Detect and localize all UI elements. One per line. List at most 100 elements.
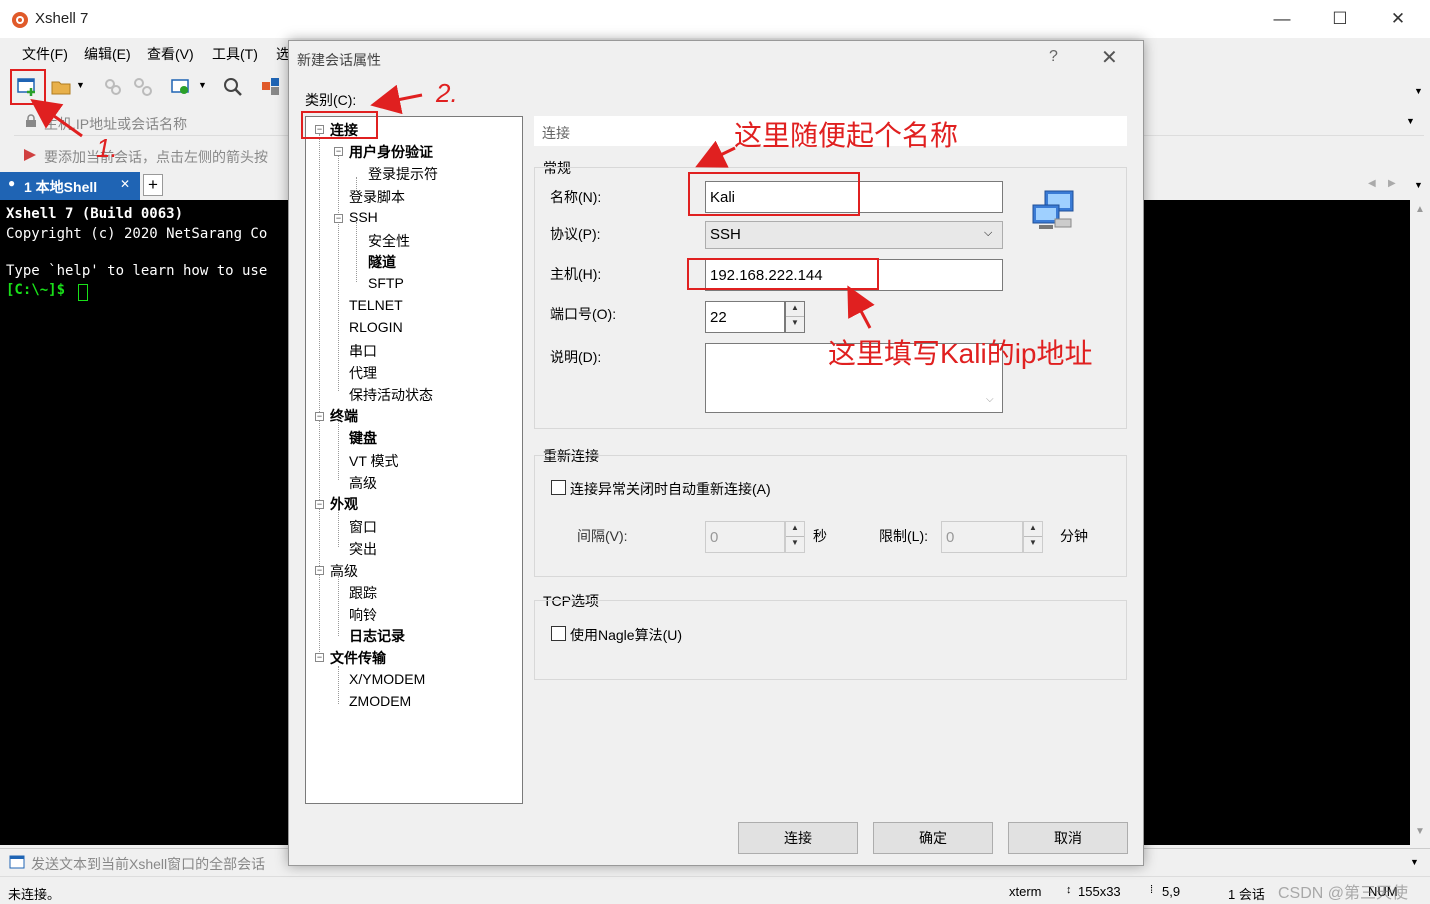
tree-item-logging[interactable]: 日志记录 — [349, 626, 405, 646]
limit-stepper[interactable]: ▲ ▼ — [1023, 521, 1043, 553]
dialog-close-button[interactable]: ✕ — [1101, 45, 1118, 70]
tree-item-highlight[interactable]: 突出 — [349, 539, 377, 559]
tree-item-proxy[interactable]: 代理 — [349, 363, 377, 383]
category-tree[interactable]: − 连接 − 用户身份验证 登录提示符 登录脚本 − SSH 安全性 隧道 SF… — [305, 116, 523, 804]
tree-item-telnet[interactable]: TELNET — [349, 297, 403, 313]
host-label: 主机(H): — [550, 266, 602, 282]
auto-reconnect-checkbox[interactable] — [551, 480, 566, 495]
tree-item-tunneling[interactable]: 隧道 — [368, 252, 396, 272]
spin-down-icon[interactable]: ▼ — [786, 537, 804, 552]
collapse-icon[interactable]: − — [315, 653, 324, 662]
tree-item-keyboard[interactable]: 键盘 — [349, 428, 377, 448]
panel-title: 连接 — [542, 125, 570, 141]
spin-up-icon[interactable]: ▲ — [786, 302, 804, 317]
tab-close-icon[interactable]: ✕ — [120, 177, 130, 191]
tree-item-zmodem[interactable]: ZMODEM — [349, 693, 411, 709]
close-button[interactable]: ✕ — [1378, 6, 1418, 32]
properties-icon[interactable] — [170, 76, 192, 98]
connect-button[interactable]: 连接 — [738, 822, 858, 854]
chevron-down-icon[interactable]: ▼ — [1410, 857, 1419, 867]
status-position: 5,9 — [1162, 884, 1181, 899]
limit-input[interactable] — [941, 521, 1023, 553]
tree-item-vt-modes[interactable]: VT 模式 — [349, 451, 399, 471]
collapse-icon[interactable]: − — [315, 412, 324, 421]
layout-icon[interactable] — [260, 76, 282, 98]
title-bar: Xshell 7 — ☐ ✕ — [0, 0, 1430, 38]
annotation-box-name — [688, 172, 860, 216]
collapse-icon[interactable]: − — [334, 147, 343, 156]
ok-button[interactable]: 确定 — [873, 822, 993, 854]
protocol-label: 协议(P): — [550, 226, 601, 242]
annotation-box-host — [687, 258, 879, 290]
tree-item-appearance[interactable]: 外观 — [330, 494, 358, 514]
interval-stepper[interactable]: ▲ ▼ — [785, 521, 805, 553]
help-button[interactable]: ? — [1049, 48, 1058, 66]
tree-item-serial[interactable]: 串口 — [349, 341, 377, 361]
tree-item-security[interactable]: 安全性 — [368, 231, 410, 251]
menu-view[interactable]: 查看(V) — [147, 44, 194, 64]
spin-up-icon[interactable]: ▲ — [1024, 522, 1042, 537]
tree-item-advanced[interactable]: 高级 — [330, 561, 358, 581]
tree-item-ssh[interactable]: SSH — [349, 209, 378, 225]
maximize-button[interactable]: ☐ — [1320, 6, 1360, 32]
send-window-icon[interactable] — [9, 855, 25, 869]
scroll-up-icon[interactable]: ▲ — [1415, 204, 1425, 215]
menu-edit[interactable]: 编辑(E) — [84, 44, 131, 64]
tree-item-sftp[interactable]: SFTP — [368, 275, 404, 291]
chevron-down-icon[interactable]: ▼ — [198, 80, 207, 90]
minimize-button[interactable]: — — [1262, 6, 1302, 32]
spin-down-icon[interactable]: ▼ — [1024, 537, 1042, 552]
nagle-checkbox[interactable] — [551, 626, 566, 641]
tab-next-icon[interactable]: ▶ — [1388, 178, 1396, 189]
spin-up-icon[interactable]: ▲ — [786, 522, 804, 537]
limit-label: 限制(L): — [879, 528, 928, 544]
tree-item-file-transfer[interactable]: 文件传输 — [330, 648, 386, 668]
menu-tools[interactable]: 工具(T) — [212, 44, 258, 64]
open-folder-icon[interactable] — [50, 76, 72, 98]
protocol-select[interactable]: SSH ⌵ — [705, 221, 1003, 249]
tree-item-terminal[interactable]: 终端 — [330, 406, 358, 426]
spin-down-icon[interactable]: ▼ — [786, 317, 804, 332]
tree-item-xymodem[interactable]: X/YMODEM — [349, 671, 425, 687]
port-stepper[interactable]: ▲ ▼ — [785, 301, 805, 333]
tree-item-keep-alive[interactable]: 保持活动状态 — [349, 385, 433, 405]
collapse-icon[interactable]: − — [315, 566, 324, 575]
chevron-down-icon[interactable]: ▼ — [1406, 116, 1415, 126]
add-tab-button[interactable]: + — [143, 174, 163, 196]
chevron-down-icon: ⌵ — [984, 227, 993, 239]
terminal-prompt: [C:\~]$ — [6, 282, 74, 298]
name-label: 名称(N): — [550, 189, 602, 205]
cancel-button[interactable]: 取消 — [1008, 822, 1128, 854]
tree-item-login-prompts[interactable]: 登录提示符 — [368, 164, 438, 184]
search-icon[interactable] — [222, 76, 244, 98]
send-text: 发送文本到当前Xshell窗口的全部会话 — [31, 856, 266, 872]
tab-prev-icon[interactable]: ◀ — [1368, 178, 1376, 189]
port-input[interactable] — [705, 301, 785, 333]
tree-item-bell[interactable]: 响铃 — [349, 605, 377, 625]
tree-item-trace[interactable]: 跟踪 — [349, 583, 377, 603]
tree-item-rlogin[interactable]: RLOGIN — [349, 319, 403, 335]
terminal-line: Xshell 7 (Build 0063) — [6, 206, 184, 222]
annotation-name-hint: 这里随便起个名称 — [734, 120, 959, 151]
tree-item-user-auth[interactable]: 用户身份验证 — [349, 142, 433, 162]
new-session-dialog: 新建会话属性 ? ✕ 类别(C): − 连接 − 用户身份验证 登录提示符 登录… — [288, 40, 1144, 866]
chevron-down-icon[interactable]: ▼ — [76, 80, 85, 90]
size-icon: ↕ — [1066, 884, 1072, 896]
bookmark-arrow-icon[interactable] — [22, 147, 38, 163]
menu-file[interactable]: 文件(F) — [22, 44, 68, 64]
scroll-down-icon[interactable]: ▼ — [1415, 826, 1425, 837]
interval-unit: 秒 — [813, 528, 827, 544]
tree-item-login-scripts[interactable]: 登录脚本 — [349, 187, 405, 207]
status-size: 155x33 — [1078, 884, 1121, 899]
tree-item-window[interactable]: 窗口 — [349, 517, 377, 537]
port-label: 端口号(O): — [550, 306, 617, 322]
tab-local-shell[interactable]: ● 1 本地Shell ✕ — [0, 172, 140, 200]
disconnect-icon — [134, 78, 152, 96]
interval-input[interactable] — [705, 521, 785, 553]
tree-item-terminal-advanced[interactable]: 高级 — [349, 473, 377, 493]
chevron-down-icon[interactable]: ▼ — [1414, 86, 1423, 96]
terminal-scrollbar[interactable]: ▲ ▼ — [1410, 200, 1430, 845]
chevron-down-icon[interactable]: ▼ — [1414, 180, 1423, 190]
collapse-icon[interactable]: − — [334, 214, 343, 223]
collapse-icon[interactable]: − — [315, 500, 324, 509]
